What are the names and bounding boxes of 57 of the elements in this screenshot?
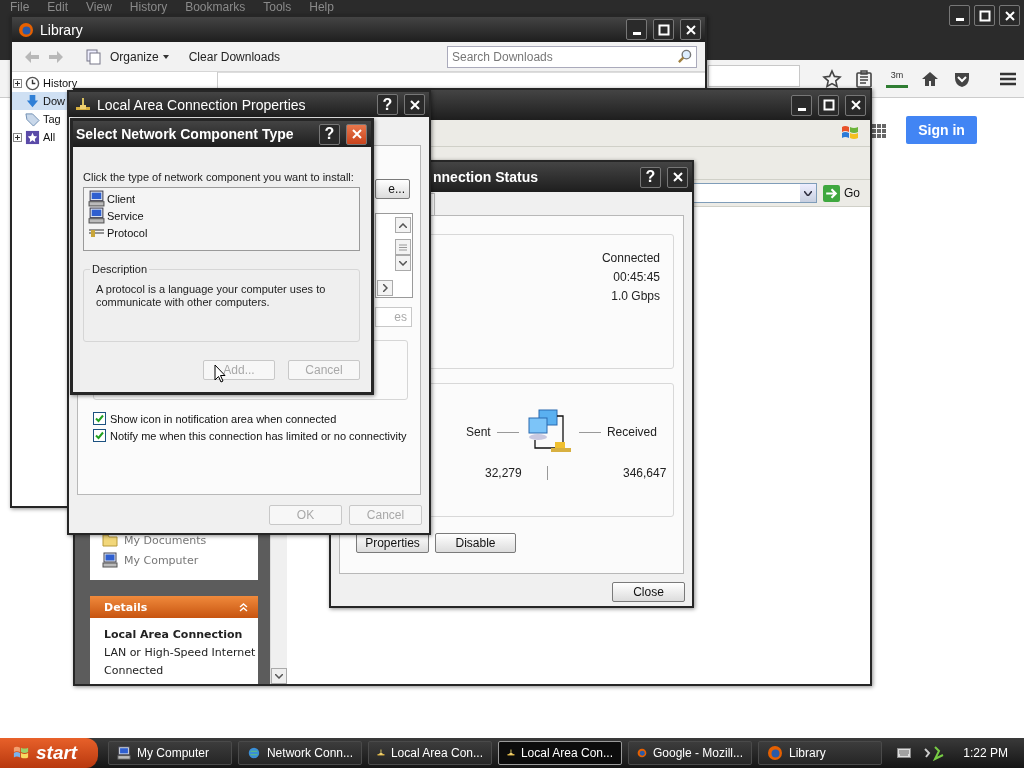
sent-label: Sent: [466, 425, 491, 439]
taskbar-button[interactable]: My Computer: [108, 741, 232, 765]
group-label: Description: [91, 263, 149, 275]
taskbar-button[interactable]: Local Area Con...: [368, 741, 492, 765]
help-button[interactable]: ?: [319, 123, 340, 145]
window-title: nnection Status: [433, 169, 539, 185]
description-text: A protocol is a language your computer uses to communicate with other computers.: [96, 283, 327, 309]
instruction-text: Click the type of network component you want to install:: [83, 171, 355, 183]
menu-item[interactable]: File: [10, 1, 30, 14]
received-label: Received: [606, 425, 657, 439]
configure-button[interactable]: e...: [375, 179, 410, 199]
task-link[interactable]: My Documents: [102, 532, 258, 548]
connection-value: 1.0 Gbps: [611, 289, 660, 303]
window-title: Select Network Component Type: [76, 126, 295, 142]
dialog-button[interactable]: Properties: [356, 533, 429, 553]
organize-menu-button[interactable]: Organize: [110, 49, 169, 64]
tree-item-label: All: [43, 131, 56, 143]
details-title: Details: [104, 600, 148, 614]
taskbar-button[interactable]: Library: [758, 741, 882, 765]
connection-value: 00:45:45: [613, 270, 660, 284]
clock: 1:22 PM: [963, 746, 1008, 760]
menu-item[interactable]: View: [86, 1, 112, 14]
menu-item[interactable]: Edit: [47, 1, 69, 14]
dialog-button[interactable]: Disable: [435, 533, 516, 553]
list-item[interactable]: Service: [88, 207, 355, 224]
menu-item[interactable]: Bookmarks: [185, 1, 246, 14]
menu-item[interactable]: Tools: [263, 1, 292, 14]
tree-item[interactable]: Tag: [12, 110, 217, 128]
menu-item[interactable]: Help: [309, 1, 334, 14]
task-link[interactable]: My Computer: [102, 552, 258, 568]
start-button[interactable]: start: [0, 738, 98, 768]
connection-name: Local Area Connection: [104, 627, 244, 643]
close-dialog-button[interactable]: Close: [612, 582, 685, 602]
connection-status: Connected: [104, 663, 165, 679]
menu-item[interactable]: History: [129, 1, 168, 14]
tree-item-label: History: [43, 77, 78, 89]
tree-item-label: Tag: [43, 113, 61, 125]
taskbar-button[interactable]: Local Area Con...: [498, 741, 622, 765]
taskbar-button[interactable]: Network Conn...: [238, 741, 362, 765]
help-button[interactable]: ?: [640, 166, 661, 188]
download-badge[interactable]: 3m: [886, 69, 908, 88]
help-button[interactable]: ?: [377, 94, 398, 115]
tree-item[interactable]: History: [12, 74, 217, 92]
checkbox-option[interactable]: Notify me when this connection has limited or no connectivity: [93, 427, 407, 444]
search-field[interactable]: Search Downloads: [447, 45, 697, 68]
window-title: Local Area Connection Properties: [97, 96, 307, 113]
window-title: Library: [40, 21, 84, 38]
list-item[interactable]: Client: [88, 190, 355, 207]
sign-in-button[interactable]: Sign in: [906, 116, 977, 144]
taskbar-button[interactable]: Google - Mozill...: [628, 741, 752, 765]
tree-item-label: Dow: [43, 95, 65, 107]
checkbox-option[interactable]: Show icon in notification area when connected: [93, 410, 337, 427]
connection-value: Connected: [601, 251, 660, 265]
go-button[interactable]: Go: [823, 184, 860, 202]
clear-downloads-button[interactable]: Clear Downloads: [188, 49, 281, 64]
connection-type: LAN or High-Speed Internet: [104, 645, 257, 661]
list-item[interactable]: Protocol: [88, 224, 355, 241]
